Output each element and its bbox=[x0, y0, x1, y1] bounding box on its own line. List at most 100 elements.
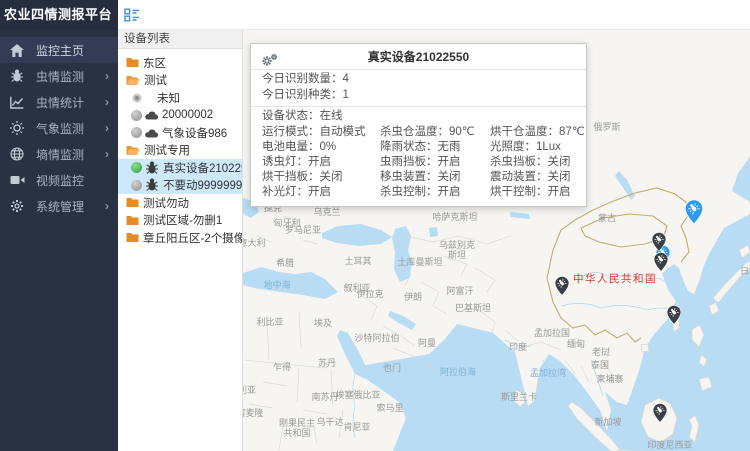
sidebar-menu: 监控主页 虫情监测 › 虫情统计 › 气象监测 › 墒情监测 › 视频监控 bbox=[0, 37, 118, 219]
device-panel: 设备列表 东区 测试 未知 20000002 气象设备986 测试专用 真实设备… bbox=[118, 30, 243, 451]
metric-label: 杀虫挡板 bbox=[490, 156, 536, 168]
tree-folder[interactable]: 测试勿动 bbox=[118, 194, 242, 212]
tree-item-device[interactable]: 20000002 bbox=[118, 107, 242, 125]
topbar bbox=[118, 0, 750, 30]
tree-folder[interactable]: 测试专用 bbox=[118, 142, 242, 160]
metric-cell: 降雨状态：无雨 bbox=[380, 140, 490, 155]
popup-header: 真实设备21022550 bbox=[251, 44, 586, 70]
sidebar-item-label: 系统管理 bbox=[36, 198, 84, 215]
sidebar-item-label: 虫情统计 bbox=[36, 94, 84, 111]
popup-title: 真实设备21022550 bbox=[368, 50, 469, 64]
metric-value: 开启 bbox=[548, 186, 571, 198]
tree-folder-label: 测试专用 bbox=[144, 142, 190, 158]
bug-icon bbox=[10, 69, 26, 83]
gear-icon bbox=[10, 199, 26, 213]
home-icon bbox=[10, 43, 26, 57]
sidebar-item-label: 墒情监测 bbox=[36, 146, 84, 163]
insect-device-icon bbox=[145, 161, 159, 175]
metric-value: 90℃ bbox=[449, 126, 475, 138]
metric-cell: 杀虫挡板：关闭 bbox=[490, 155, 586, 170]
metric-cell: 电池电量：0% bbox=[262, 140, 380, 155]
device-status-dot-green bbox=[131, 162, 142, 173]
metric-value: 关闭 bbox=[320, 171, 343, 183]
tree-folder-label: 章丘阳丘区-2个摄像头 bbox=[143, 230, 242, 246]
folder-open-icon bbox=[126, 75, 140, 86]
device-status-dot-gray bbox=[131, 110, 142, 121]
metric-cell: 震动装置：关闭 bbox=[490, 170, 586, 185]
sidebar-item-sun[interactable]: 气象监测 › bbox=[0, 115, 118, 141]
insect-device-icon bbox=[145, 178, 159, 192]
chevron-right-icon: › bbox=[105, 95, 109, 109]
device-status-dot-gray bbox=[131, 180, 142, 191]
chevron-right-icon: › bbox=[105, 121, 109, 135]
device-map-pin-blue[interactable] bbox=[685, 200, 703, 229]
metric-value: 0% bbox=[320, 141, 337, 153]
metric-value: 1Lux bbox=[536, 141, 561, 153]
metric-label: 运行模式 bbox=[262, 126, 308, 138]
stat-label: 设备状态 bbox=[262, 110, 308, 122]
metric-label: 震动装置 bbox=[490, 171, 536, 183]
metric-cell: 诱虫灯：开启 bbox=[262, 155, 380, 170]
sidebar-item-video[interactable]: 视频监控 bbox=[0, 167, 118, 193]
sidebar-item-label: 监控主页 bbox=[36, 42, 84, 59]
folder-icon bbox=[126, 215, 139, 226]
metric-label: 杀虫仓温度 bbox=[380, 126, 438, 138]
app-window: 农业四情测报平台 监控主页 虫情监测 › 虫情统计 › 气象监测 › 墒情监测 … bbox=[0, 0, 750, 451]
device-settings-button[interactable] bbox=[261, 50, 278, 76]
tree-item-unknown[interactable]: 未知 bbox=[118, 89, 242, 107]
tree-item-label: 气象设备986 bbox=[162, 125, 227, 141]
stat-label: 今日识别种类 bbox=[262, 89, 331, 101]
folder-icon bbox=[126, 197, 139, 208]
stat-row: 今日识别种类：1 bbox=[251, 88, 586, 104]
sidebar-item-home[interactable]: 监控主页 bbox=[0, 37, 118, 63]
sidebar-item-label: 气象监测 bbox=[36, 120, 84, 137]
device-status-dot-gray bbox=[131, 127, 142, 138]
sidebar-item-label: 视频监控 bbox=[36, 172, 84, 189]
metric-label: 虫雨挡板 bbox=[380, 156, 426, 168]
metric-value: 87℃ bbox=[559, 126, 585, 138]
sidebar-item-bug[interactable]: 虫情监测 › bbox=[0, 63, 118, 89]
folder-icon bbox=[126, 232, 139, 243]
tree-view-toggle-button[interactable] bbox=[121, 4, 143, 26]
tree-item-device[interactable]: 气象设备986 bbox=[118, 124, 242, 142]
sidebar-item-label: 虫情监测 bbox=[36, 68, 84, 85]
tree-folder[interactable]: 测试区域-勿删1 bbox=[118, 212, 242, 230]
metric-value: 关闭 bbox=[548, 156, 571, 168]
tree-folder[interactable]: 东区 bbox=[118, 54, 242, 72]
metric-label: 烘干挡板 bbox=[262, 171, 308, 183]
device-info-popup: 真实设备21022550 今日识别数量：4今日识别种类：1 设备状态：在线 运行… bbox=[250, 43, 587, 207]
popup-stats: 今日识别数量：4今日识别种类：1 bbox=[251, 70, 586, 107]
stat-value: 1 bbox=[343, 89, 349, 101]
device-map-pin-dark[interactable] bbox=[654, 252, 668, 276]
metric-label: 补光灯 bbox=[262, 186, 297, 198]
sidebar: 农业四情测报平台 监控主页 虫情监测 › 虫情统计 › 气象监测 › 墒情监测 … bbox=[0, 0, 118, 451]
metric-cell: 补光灯：开启 bbox=[262, 185, 380, 200]
tree-folder[interactable]: 章丘阳丘区-2个摄像头 bbox=[118, 229, 242, 247]
metric-cell: 烘干仓温度：87℃ bbox=[490, 125, 586, 140]
device-status-row: 设备状态：在线 bbox=[251, 109, 586, 125]
device-metrics-grid: 运行模式：自动模式杀虫仓温度：90℃烘干仓温度：87℃电池电量：0%降雨状态：无… bbox=[251, 125, 586, 201]
sidebar-item-globe[interactable]: 墒情监测 › bbox=[0, 141, 118, 167]
tree-item-label: 真实设备21022550 bbox=[163, 160, 242, 176]
metric-cell: 运行模式：自动模式 bbox=[262, 125, 380, 140]
unknown-device-icon bbox=[131, 92, 143, 104]
tree-item-device[interactable]: 不要动99999999 bbox=[118, 177, 242, 195]
tree-folder[interactable]: 测试 bbox=[118, 72, 242, 90]
device-map-pin-dark[interactable] bbox=[667, 305, 681, 329]
metric-value: 开启 bbox=[438, 156, 461, 168]
globe-icon bbox=[10, 147, 26, 161]
sidebar-item-gear[interactable]: 系统管理 › bbox=[0, 193, 118, 219]
device-map-pin-dark[interactable] bbox=[555, 276, 569, 300]
chevron-right-icon: › bbox=[105, 199, 109, 213]
app-title: 农业四情测报平台 bbox=[0, 0, 118, 30]
tree-item-device[interactable]: 真实设备21022550 bbox=[118, 159, 242, 177]
device-tree: 东区 测试 未知 20000002 气象设备986 测试专用 真实设备21022… bbox=[118, 49, 242, 247]
device-map-pin-dark[interactable] bbox=[653, 403, 667, 427]
metric-label: 移虫装置 bbox=[380, 171, 426, 183]
tree-item-label: 20000002 bbox=[162, 109, 213, 121]
sidebar-item-chart[interactable]: 虫情统计 › bbox=[0, 89, 118, 115]
metric-value: 无雨 bbox=[438, 141, 461, 153]
metric-value: 关闭 bbox=[548, 171, 571, 183]
sun-icon bbox=[10, 121, 26, 135]
chevron-right-icon: › bbox=[105, 69, 109, 83]
